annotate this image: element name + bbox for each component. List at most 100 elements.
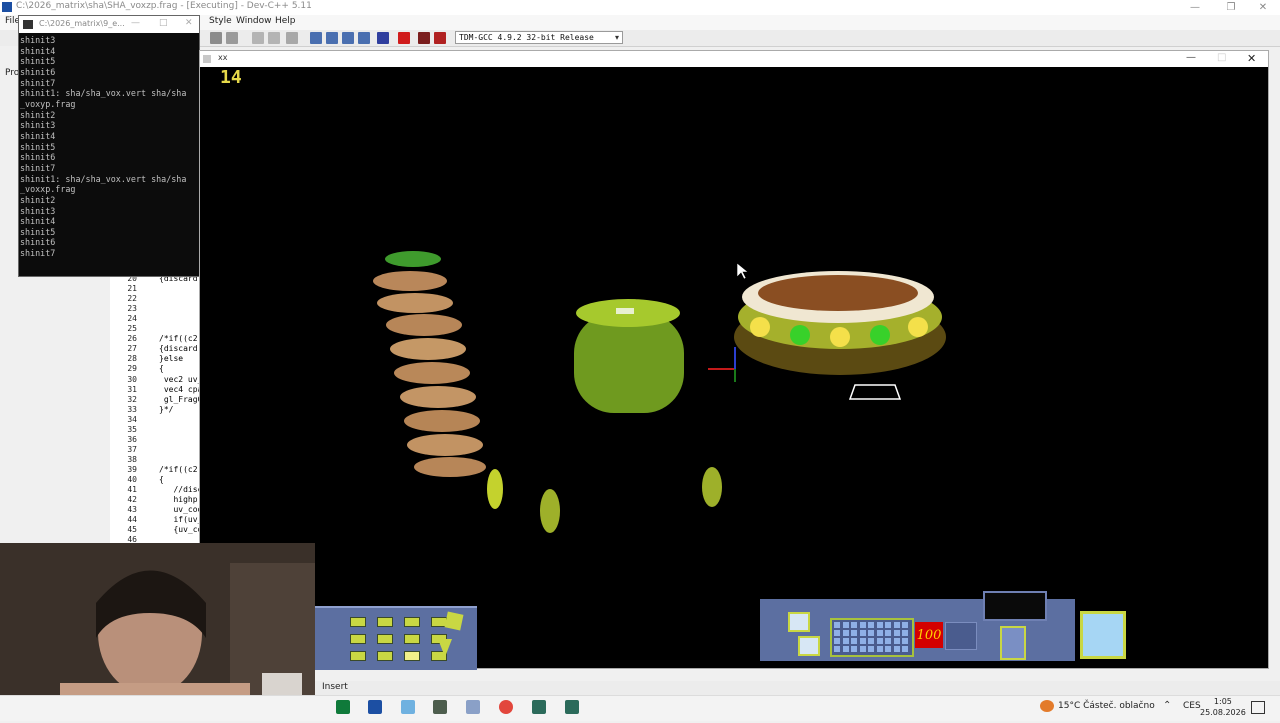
new-file-icon[interactable] bbox=[210, 32, 222, 44]
hud-grid-cell bbox=[842, 622, 849, 628]
hud-radar-slot bbox=[983, 591, 1047, 621]
menu-help[interactable]: Help bbox=[275, 16, 296, 26]
code-line: vec2 uv_ bbox=[159, 374, 203, 384]
insert-mode-status: Insert bbox=[322, 682, 348, 692]
back-icon[interactable] bbox=[252, 32, 264, 44]
taskbar-console-icon[interactable] bbox=[532, 700, 546, 714]
console-line: shinit5 bbox=[20, 141, 56, 152]
console-line: shinit2 bbox=[20, 109, 56, 120]
grid-icon[interactable] bbox=[310, 32, 322, 44]
taskbar-clock[interactable]: 1:05 25.08.2026 bbox=[1200, 696, 1246, 718]
console-close-button[interactable]: ✕ bbox=[185, 18, 193, 28]
code-line: vec4 cpa bbox=[159, 384, 203, 394]
bookmark-icon[interactable] bbox=[286, 32, 298, 44]
hud-grid-cell bbox=[902, 622, 908, 628]
console-line: shinit3 bbox=[20, 205, 56, 216]
taskbar-files-icon[interactable] bbox=[401, 700, 415, 714]
window-icon[interactable] bbox=[326, 32, 338, 44]
axis-gizmo bbox=[708, 347, 736, 382]
console-line: shinit3 bbox=[20, 35, 56, 45]
hud-grid-cell bbox=[885, 622, 891, 628]
line-number: 37 bbox=[127, 444, 137, 454]
hud-grid-cell bbox=[834, 638, 840, 644]
hud-key-slot bbox=[350, 617, 366, 627]
game-maximize-button[interactable]: □ bbox=[1217, 52, 1226, 63]
console-line: _voxyp.frag bbox=[20, 98, 76, 109]
line-number: 40 bbox=[127, 475, 137, 484]
line-number: 24 bbox=[127, 314, 137, 324]
menu-style[interactable]: Style bbox=[209, 16, 232, 26]
console-line: shinit7 bbox=[20, 162, 56, 173]
restore-button[interactable]: ❐ bbox=[1214, 0, 1248, 15]
debug-icon[interactable] bbox=[434, 32, 446, 44]
hud-grid-cell bbox=[868, 622, 874, 628]
hud-grid-cell bbox=[851, 638, 857, 644]
hud-key-slot bbox=[377, 651, 393, 661]
weather-icon bbox=[1040, 700, 1054, 712]
taskbar-game-icon[interactable] bbox=[565, 700, 579, 714]
save-icon[interactable] bbox=[226, 32, 238, 44]
hud-map-box bbox=[1080, 611, 1126, 659]
clock-date: 25.08.2026 bbox=[1200, 708, 1246, 717]
line-number: 38 bbox=[127, 454, 137, 464]
game-close-button[interactable]: ✕ bbox=[1247, 52, 1256, 65]
forward-icon[interactable] bbox=[268, 32, 280, 44]
green-spiky-cylinder bbox=[574, 299, 684, 413]
hud-grid-cell bbox=[885, 646, 891, 652]
hud-grid-cell bbox=[902, 646, 908, 652]
console-line: shinit6 bbox=[20, 66, 56, 77]
health-value: 100 bbox=[915, 622, 943, 648]
chart-icon[interactable] bbox=[418, 32, 430, 44]
minimize-button[interactable]: — bbox=[1178, 0, 1212, 15]
line-number: 45 bbox=[127, 525, 137, 535]
game-window[interactable]: xx — □ ✕ 14 100 bbox=[199, 50, 1269, 670]
notification-icon[interactable] bbox=[1251, 701, 1265, 714]
console-window: C:\2026_matrix\9_e... — □ ✕ shinit3 shini… bbox=[18, 15, 200, 277]
check-icon[interactable] bbox=[377, 32, 389, 44]
stop-icon[interactable] bbox=[398, 32, 410, 44]
console-line: shinit4 bbox=[20, 130, 56, 141]
code-editor[interactable]: 20 {discard 21 22 23 24 25 26/*if((c2. 27 {discar… bbox=[110, 270, 205, 550]
game-minimize-button[interactable]: — bbox=[1186, 52, 1196, 63]
code-line: /*if((c2. bbox=[159, 334, 203, 344]
hud-key-slot bbox=[404, 634, 420, 644]
hud-grid-cell bbox=[851, 646, 857, 652]
line-number: 27 bbox=[127, 344, 137, 354]
compiler-select[interactable]: TDM-GCC 4.9.2 32-bit Release ▾ bbox=[455, 31, 623, 44]
stacked-disc-tower bbox=[373, 251, 486, 477]
devcpp-titlebar: C:\2026_matrix\sha\SHA_voxzp.frag - [Exe… bbox=[0, 0, 1280, 15]
chevron-up-icon[interactable]: ⌃ bbox=[1163, 700, 1171, 711]
hud-grid-cell bbox=[876, 630, 883, 636]
line-number: 33 bbox=[127, 404, 137, 414]
console-line: shinit1: sha/sha_vox.vert sha/sha bbox=[20, 173, 187, 184]
line-number: 29 bbox=[127, 364, 137, 374]
cascade-icon[interactable] bbox=[358, 32, 370, 44]
console-line: shinit5 bbox=[20, 226, 56, 237]
language-indicator[interactable]: CES bbox=[1183, 701, 1201, 711]
console-line: shinit1: sha/sha_vox.vert sha/sha bbox=[20, 88, 187, 99]
line-number: 43 bbox=[127, 505, 137, 515]
taskbar-app-icon[interactable] bbox=[336, 700, 350, 714]
weather-text[interactable]: 15°C Částeč. oblačno bbox=[1058, 701, 1155, 711]
code-line: }*/ bbox=[159, 404, 174, 414]
hud-item-icon bbox=[444, 611, 464, 631]
taskbar-tool-icon[interactable] bbox=[433, 700, 447, 714]
code-line: { bbox=[159, 364, 164, 374]
console-line: shinit2 bbox=[20, 194, 56, 205]
hud-grid-cell bbox=[859, 646, 866, 652]
taskbar-chrome-icon[interactable] bbox=[499, 700, 513, 714]
line-number: 23 bbox=[127, 304, 137, 314]
tile-icon[interactable] bbox=[342, 32, 354, 44]
voxel-scene bbox=[373, 251, 946, 533]
menu-window[interactable]: Window bbox=[236, 16, 272, 26]
hud-grid-cell bbox=[893, 622, 900, 628]
hud-grid-cell bbox=[902, 630, 908, 636]
hud-key-slot bbox=[350, 651, 366, 661]
code-line: //disc bbox=[159, 485, 203, 495]
close-button[interactable]: ✕ bbox=[1246, 0, 1280, 15]
taskbar-explorer-icon[interactable] bbox=[466, 700, 480, 714]
taskbar-devcpp-icon[interactable] bbox=[368, 700, 382, 714]
hud-empty-slot bbox=[945, 622, 977, 650]
console-maximize-button[interactable]: □ bbox=[159, 18, 168, 28]
console-minimize-button[interactable]: — bbox=[131, 18, 140, 28]
